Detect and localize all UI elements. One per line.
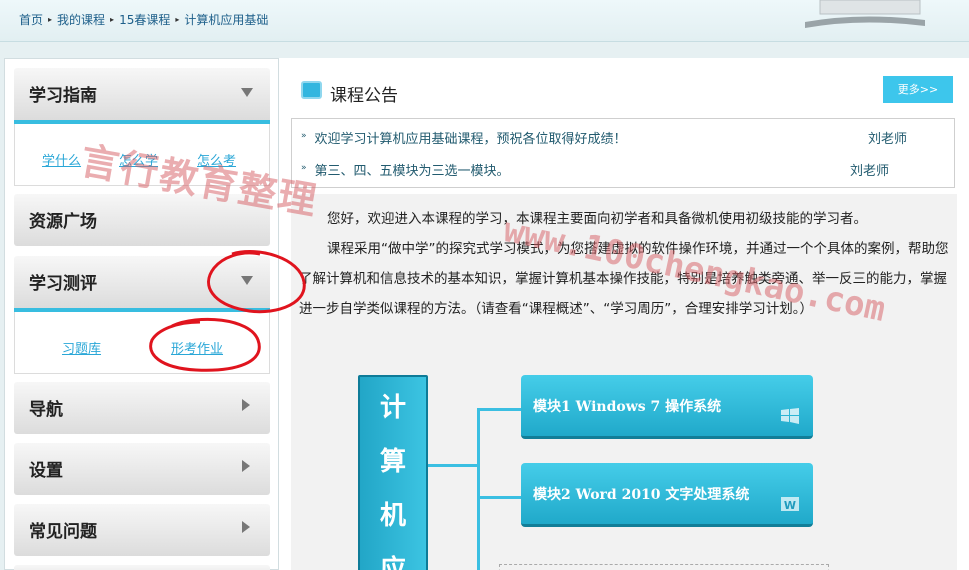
annotation-circle <box>149 317 261 372</box>
annotation-overlay <box>149 250 306 372</box>
annotation-circle <box>207 250 306 314</box>
